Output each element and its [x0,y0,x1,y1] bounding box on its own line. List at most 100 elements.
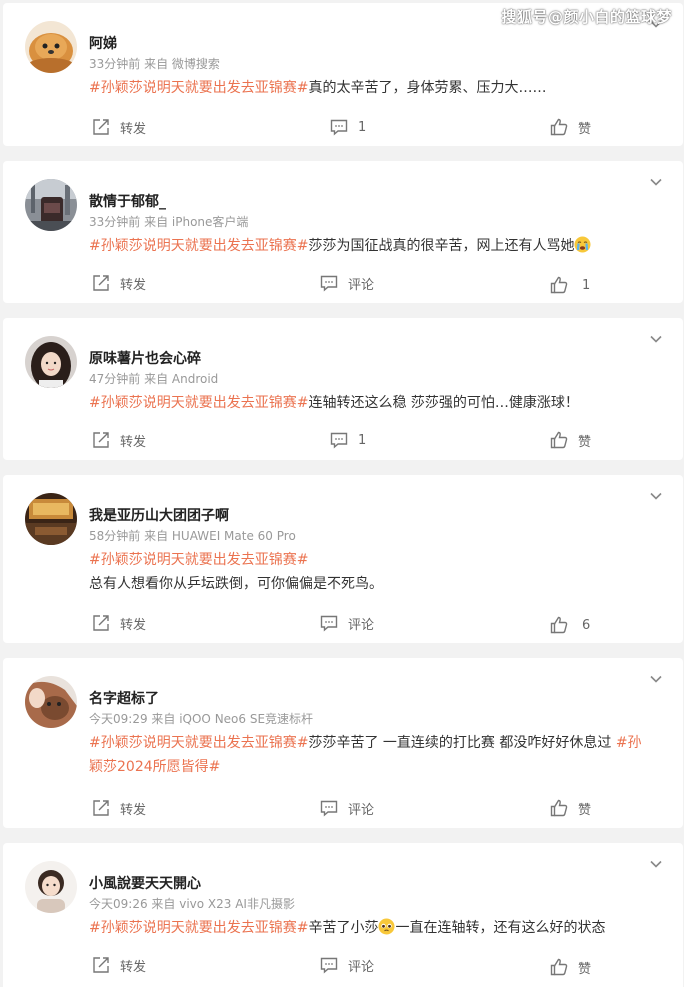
comment-label: 评论 [348,802,375,818]
hashtag-link[interactable]: #孙颖莎说明天就要出发去亚锦赛# [89,238,308,254]
forward-button[interactable]: 转发 [91,273,146,293]
forward-label: 转发 [120,959,147,975]
hashtag-part: 颖莎2024所愿皆得# [89,759,221,775]
like-button[interactable]: 赞 [549,798,591,818]
forward-label: 转发 [120,617,147,633]
post-text: 总有人想看你从乒坛跌倒，可你偏偏是不死鸟。 [89,576,383,592]
comment-label: 评论 [348,277,375,293]
comment-count: 1 [358,119,367,135]
like-button[interactable]: 赞 [549,957,591,977]
post-content: #孙颖莎说明天就要出发去亚锦赛#真的太辛苦了，身体劳累、压力大…… [89,76,657,100]
forward-label: 转发 [120,802,147,818]
avatar[interactable] [25,336,77,388]
forward-label: 转发 [120,434,147,450]
comment-button[interactable]: 评论 [319,955,374,975]
forward-icon [91,273,111,293]
forward-button[interactable]: 转发 [91,430,146,450]
chevron-down-icon[interactable] [649,332,663,346]
chevron-down-icon[interactable] [649,489,663,503]
like-label: 赞 [578,121,592,137]
action-bar: 转发 评论 赞 [3,798,683,818]
like-label: 赞 [578,961,592,977]
post-content: #孙颖莎说明天就要出发去亚锦赛#连轴转还这么稳 莎莎强的可怕…健康涨球！ [89,391,657,415]
forward-label: 转发 [120,121,147,137]
post-text: 辛苦了小莎 [308,920,379,936]
hashtag-part: #孙 [615,735,642,751]
forward-button[interactable]: 转发 [91,117,146,137]
avatar[interactable] [25,861,77,913]
chevron-down-icon[interactable] [649,672,663,686]
forward-icon [91,613,111,633]
hashtag-link[interactable]: #孙颖莎说明天就要出发去亚锦赛# [89,80,308,96]
hashtag-link[interactable]: #孙颖莎说明天就要出发去亚锦赛# [89,735,308,751]
comment-icon [319,798,339,818]
like-count: 1 [582,277,591,293]
post-text: 莎莎为国征战真的很辛苦，网上还有人骂她 [308,238,575,254]
like-button[interactable]: 6 [549,615,590,635]
action-bar: 转发 1 赞 [3,117,683,137]
post-meta: 33分钟前 来自 iPhone客户端 [89,215,249,229]
thumbs-up-icon [549,275,569,295]
post-card: 散情于郁郁_ 33分钟前 来自 iPhone客户端 #孙颖莎说明天就要出发去亚锦… [3,161,683,303]
like-button[interactable]: 赞 [549,117,591,137]
post-content: #孙颖莎说明天就要出发去亚锦赛#莎莎为国征战真的很辛苦，网上还有人骂她 [89,234,657,258]
forward-icon [91,117,111,137]
thumbs-up-icon [549,117,569,137]
user-name[interactable]: 阿娣 [89,33,117,53]
hashtag-link[interactable]: #孙颖莎说明天就要出发去亚锦赛# [89,552,308,568]
comment-icon [319,613,339,633]
comment-button[interactable]: 评论 [319,798,374,818]
post-card: 小風說要天天開心 今天09:26 来自 vivo X23 AI非凡摄影 #孙颖莎… [3,843,683,987]
avatar[interactable] [25,493,77,545]
post-text: 连轴转还这么稳 莎莎强的可怕…健康涨球！ [308,395,579,411]
forward-button[interactable]: 转发 [91,955,146,975]
user-name[interactable]: 我是亚历山大团团子啊 [89,505,229,525]
comment-button[interactable]: 1 [329,117,366,137]
post-card: 名字超标了 今天09:29 来自 iQOO Neo6 SE竞速标杆 #孙颖莎说明… [3,658,683,828]
forward-button[interactable]: 转发 [91,613,146,633]
like-label: 赞 [578,802,592,818]
post-card: 原味薯片也会心碎 47分钟前 来自 Android #孙颖莎说明天就要出发去亚锦… [3,318,683,460]
post-text: 莎莎辛苦了 一直连续的打比赛 都没咋好好休息过 [308,735,616,751]
thumbs-up-icon [549,615,569,635]
user-name[interactable]: 小風說要天天開心 [89,873,201,893]
forward-button[interactable]: 转发 [91,798,146,818]
forward-icon [91,798,111,818]
hashtag-link[interactable]: #孙颖莎说明天就要出发去亚锦赛# [89,920,308,936]
comment-button[interactable]: 评论 [319,613,374,633]
post-text: 一直在连轴转，还有这么好的状态 [395,920,606,936]
like-label: 赞 [578,434,592,450]
post-meta: 58分钟前 来自 HUAWEI Mate 60 Pro [89,529,296,543]
hashtag-link[interactable]: #孙颖莎说明天就要出发去亚锦赛# [89,395,308,411]
comment-button[interactable]: 1 [329,430,366,450]
user-name[interactable]: 散情于郁郁_ [89,191,166,211]
comment-icon [329,430,349,450]
thumbs-up-icon [549,957,569,977]
avatar[interactable] [25,179,77,231]
action-bar: 转发 1 赞 [3,430,683,450]
post-card: 我是亚历山大团团子啊 58分钟前 来自 HUAWEI Mate 60 Pro #… [3,475,683,643]
user-name[interactable]: 原味薯片也会心碎 [89,348,201,368]
action-bar: 转发 评论 1 [3,273,683,295]
like-button[interactable]: 1 [549,275,590,295]
chevron-down-icon[interactable] [649,857,663,871]
like-button[interactable]: 赞 [549,430,591,450]
comment-label: 评论 [348,959,375,975]
comment-label: 评论 [348,617,375,633]
post-meta: 47分钟前 来自 Android [89,372,219,386]
post-meta: 今天09:26 来自 vivo X23 AI非凡摄影 [89,897,295,911]
action-bar: 转发 评论 6 [3,613,683,635]
forward-icon [91,430,111,450]
thumbs-up-icon [549,430,569,450]
chevron-down-icon[interactable] [649,175,663,189]
user-name[interactable]: 名字超标了 [89,688,159,708]
post-meta: 33分钟前 来自 微博搜索 [89,57,220,71]
post-content: #孙颖莎说明天就要出发去亚锦赛# 总有人想看你从乒坛跌倒，可你偏偏是不死鸟。 [89,548,657,596]
forward-label: 转发 [120,277,147,293]
like-count: 6 [582,617,591,633]
post-content: #孙颖莎说明天就要出发去亚锦赛#辛苦了小莎 一直在连轴转，还有这么好的状态 [89,916,657,940]
avatar[interactable] [25,676,77,728]
comment-icon [319,273,339,293]
avatar[interactable] [25,21,77,73]
comment-button[interactable]: 评论 [319,273,374,293]
